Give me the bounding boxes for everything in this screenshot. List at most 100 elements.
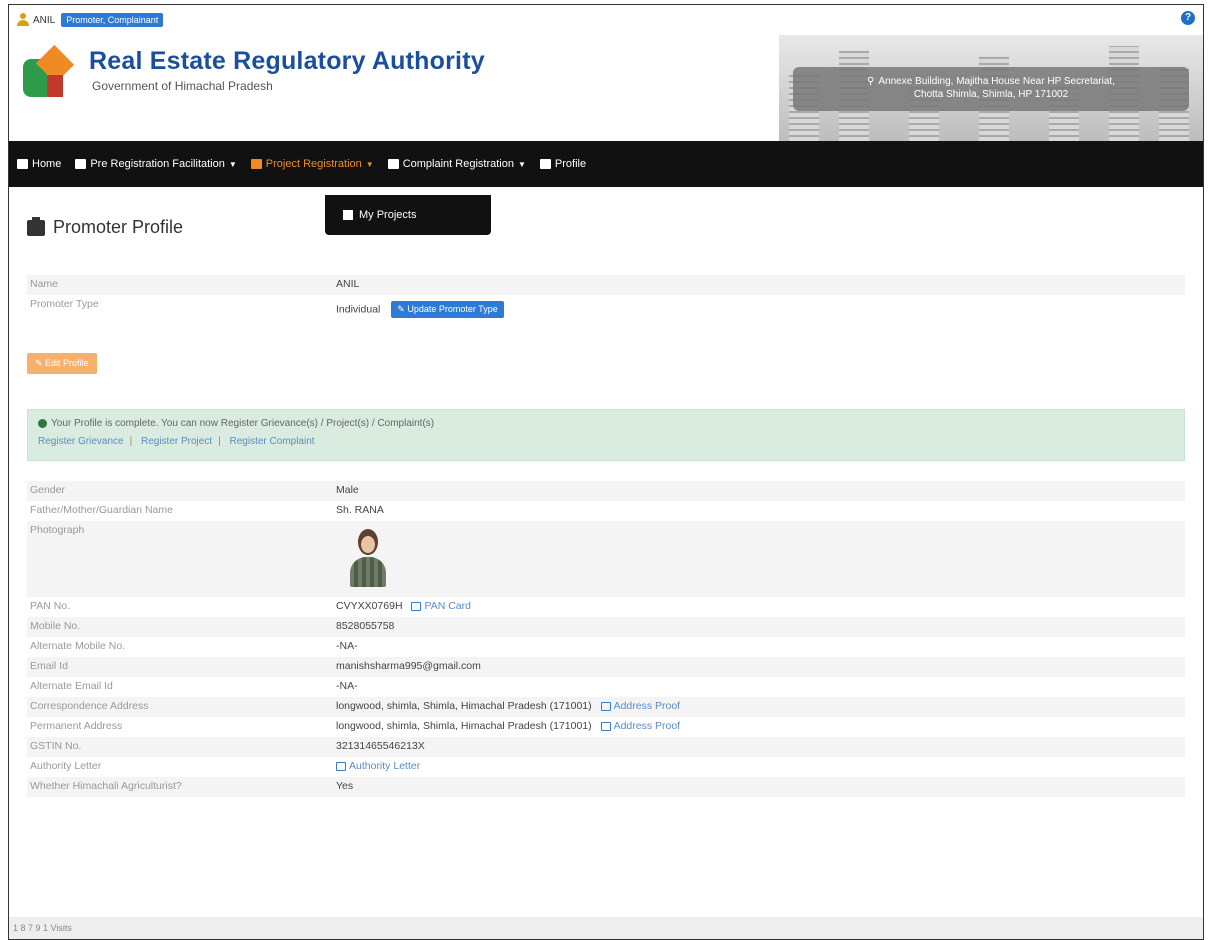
update-promoter-type-label: Update Promoter Type xyxy=(407,304,498,314)
nav-complaint-registration[interactable]: Complaint Registration ▼ xyxy=(387,158,526,170)
permanent-address-proof-link[interactable]: Address Proof xyxy=(614,720,681,732)
register-complaint-link[interactable]: Register Complaint xyxy=(230,436,315,447)
bank-icon xyxy=(17,159,28,169)
project-registration-dropdown: My Projects xyxy=(325,195,491,235)
correspondence-address-proof-link[interactable]: Address Proof xyxy=(614,700,681,712)
promoter-type-value: Individual xyxy=(336,303,381,316)
dropdown-item-my-projects[interactable]: My Projects xyxy=(359,209,416,221)
profile-details-table: Gender Male Father/Mother/Guardian Name … xyxy=(27,481,1185,797)
address-line1: Annexe Building, Majitha House Near HP S… xyxy=(878,76,1115,87)
edit-profile-button[interactable]: ✎ Edit Profile xyxy=(27,353,97,374)
files-icon xyxy=(387,159,399,169)
nav-home[interactable]: Home xyxy=(17,158,61,170)
email-value: manishsharma995@gmail.com xyxy=(333,657,1185,677)
nav-pre-registration-label: Pre Registration Facilitation xyxy=(90,158,225,170)
nav-pre-registration[interactable]: Pre Registration Facilitation ▼ xyxy=(75,158,237,170)
table-row: Permanent Address longwood, shimla, Shim… xyxy=(27,717,1185,737)
nav-home-label: Home xyxy=(32,158,62,170)
gstin-label: GSTIN No. xyxy=(27,737,333,757)
authority-letter-link[interactable]: Authority Letter xyxy=(349,760,420,772)
table-row: Alternate Email Id -NA- xyxy=(27,677,1185,697)
nav-complaint-registration-label: Complaint Registration xyxy=(402,158,514,170)
register-project-link[interactable]: Register Project xyxy=(141,436,212,447)
page-frame: ANIL Promoter, Complainant ? Real Estate… xyxy=(8,4,1204,940)
register-grievance-link[interactable]: Register Grievance xyxy=(38,436,124,447)
promoter-type-label: Promoter Type xyxy=(27,295,333,331)
name-label: Name xyxy=(27,275,333,295)
id-card-icon xyxy=(539,159,551,169)
pan-label: PAN No. xyxy=(30,600,71,612)
caret-down-icon: ▼ xyxy=(365,159,374,169)
id-badge-icon xyxy=(27,216,45,236)
pan-card-link[interactable]: PAN Card xyxy=(424,600,471,612)
alt-email-value: -NA- xyxy=(336,680,358,692)
update-promoter-type-button[interactable]: ✎ Update Promoter Type xyxy=(391,301,504,318)
alt-mobile-value: -NA- xyxy=(336,640,358,652)
table-row: Photograph xyxy=(27,521,1185,597)
nav-profile[interactable]: Profile xyxy=(539,158,587,170)
gender-label: Gender xyxy=(27,481,333,501)
document-icon xyxy=(336,761,346,771)
gender-value: Male xyxy=(333,481,1185,501)
agriculturist-value: Yes xyxy=(333,777,1185,797)
father-name-label: Father/Mother/Guardian Name xyxy=(30,504,173,516)
document-icon xyxy=(411,601,422,611)
page-title: Promoter Profile xyxy=(27,216,184,238)
pan-value: CVYXX0769H xyxy=(336,600,403,612)
caret-down-icon: ▼ xyxy=(517,159,526,169)
nav-profile-label: Profile xyxy=(554,158,587,170)
org-title: Real Estate Regulatory Authority xyxy=(89,47,485,75)
alt-mobile-label: Alternate Mobile No. xyxy=(30,640,126,652)
mobile-label: Mobile No. xyxy=(27,617,333,637)
email-label: Email Id xyxy=(27,657,333,677)
agriculturist-label: Whether Himachali Agriculturist? xyxy=(27,777,333,797)
promoter-type-cell: Individual ✎ Update Promoter Type xyxy=(333,295,1185,331)
building-icon xyxy=(250,159,262,169)
help-icon[interactable]: ? xyxy=(1181,11,1195,25)
user-icon xyxy=(17,13,29,27)
table-row: Mobile No. 8528055758 xyxy=(27,617,1185,637)
table-row: Authority Letter Authority Letter xyxy=(27,757,1185,777)
org-subtitle: Government of Himachal Pradesh xyxy=(92,79,273,93)
correspondence-address-label: Correspondence Address xyxy=(27,697,333,717)
table-row: Email Id manishsharma995@gmail.com xyxy=(27,657,1185,677)
edit-profile-label: Edit Profile xyxy=(45,358,89,368)
table-row: Alternate Mobile No. -NA- xyxy=(27,637,1185,657)
role-badge: Promoter, Complainant xyxy=(61,13,164,27)
page-title-text: Promoter Profile xyxy=(53,217,184,237)
user-bar: ANIL Promoter, Complainant xyxy=(9,5,1203,35)
table-row: GSTIN No. 32131465546213X xyxy=(27,737,1185,757)
father-name-value: Sh. RANA xyxy=(336,504,384,516)
map-pin-icon: ⚲ xyxy=(867,76,875,87)
profile-basic-table: Name ANIL Promoter Type Individual ✎ Upd… xyxy=(27,275,1185,331)
address-line2: Chotta Shimla, Shimla, HP 171002 xyxy=(913,89,1069,100)
correspondence-address-cell: longwood, shimla, Shimla, Himachal Prade… xyxy=(333,697,1185,717)
profile-complete-alert: Your Profile is complete. You can now Re… xyxy=(27,409,1185,461)
mobile-value: 8528055758 xyxy=(333,617,1185,637)
name-value: ANIL xyxy=(333,275,1185,295)
address-banner: ⚲ Annexe Building, Majitha House Near HP … xyxy=(779,35,1203,141)
rera-logo xyxy=(19,44,77,107)
check-circle-icon xyxy=(38,418,47,428)
visit-counter: 1 8 7 9 1 Visits xyxy=(9,917,1203,939)
authority-letter-label: Authority Letter xyxy=(30,760,102,772)
document-icon xyxy=(600,701,611,711)
table-row: PAN No. CVYXX0769H PAN Card xyxy=(27,597,1185,617)
nav-project-registration[interactable]: Project Registration ▼ xyxy=(250,158,374,170)
gstin-value: 32131465546213X xyxy=(333,737,1185,757)
users-icon xyxy=(75,159,87,169)
table-row: Name ANIL xyxy=(27,275,1185,295)
permanent-address-value: longwood, shimla, Shimla, Himachal Prade… xyxy=(336,720,592,732)
user-name: ANIL xyxy=(33,14,56,26)
document-icon xyxy=(600,721,611,731)
caret-down-icon: ▼ xyxy=(228,159,237,169)
permanent-address-label: Permanent Address xyxy=(30,720,123,732)
main-navbar: Home Pre Registration Facilitation ▼ Proj… xyxy=(9,141,1203,187)
table-row: Gender Male xyxy=(27,481,1185,501)
authority-letter-cell: Authority Letter xyxy=(333,757,1185,777)
alert-message: Your Profile is complete. You can now Re… xyxy=(51,418,435,429)
photograph-cell xyxy=(333,521,1185,597)
avatar xyxy=(348,527,388,587)
table-row: Whether Himachali Agriculturist? Yes xyxy=(27,777,1185,797)
correspondence-address-value: longwood, shimla, Shimla, Himachal Prade… xyxy=(336,700,592,712)
